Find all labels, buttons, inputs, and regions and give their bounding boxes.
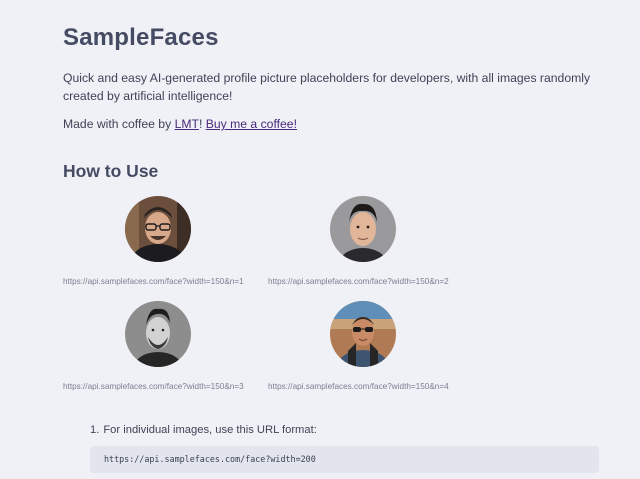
avatar-face-bw-icon[interactable] (125, 301, 191, 367)
code-example-block[interactable]: https://api.samplefaces.com/face?width=2… (90, 446, 599, 473)
list-item: 1. For individual images, use this URL fo… (90, 424, 317, 436)
credit-prefix: Made with coffee by (63, 117, 175, 131)
how-to-use-heading: How to Use (63, 161, 159, 181)
credit-line: Made with coffee by LMT! Buy me a coffee… (63, 115, 297, 133)
step-text: For individual images, use this URL form… (103, 424, 317, 436)
avatar-face-glasses-icon[interactable] (125, 196, 191, 262)
buy-coffee-link[interactable]: Buy me a coffee! (206, 117, 297, 131)
example-url-1: https://api.samplefaces.com/face?width=1… (63, 277, 244, 286)
example-url-4: https://api.samplefaces.com/face?width=1… (268, 382, 449, 391)
example-item-4: https://api.samplefaces.com/face?width=1… (268, 301, 473, 396)
credit-separator: ! (198, 117, 206, 131)
avatar-face-sunglasses-icon[interactable] (330, 301, 396, 367)
intro-text: Quick and easy AI-generated profile pict… (63, 71, 591, 103)
usage-steps: 1. For individual images, use this URL fo… (90, 424, 317, 436)
example-grid: https://api.samplefaces.com/face?width=1… (63, 196, 603, 396)
page-title: SampleFaces (63, 24, 219, 51)
author-link[interactable]: LMT (175, 117, 199, 131)
step-number: 1. (90, 424, 100, 436)
example-url-3: https://api.samplefaces.com/face?width=1… (63, 382, 244, 391)
example-item-1: https://api.samplefaces.com/face?width=1… (63, 196, 268, 291)
example-item-3: https://api.samplefaces.com/face?width=1… (63, 301, 268, 396)
avatar-face-dark-hair-icon[interactable] (330, 196, 396, 262)
example-item-2: https://api.samplefaces.com/face?width=1… (268, 196, 473, 291)
example-url-2: https://api.samplefaces.com/face?width=1… (268, 277, 449, 286)
